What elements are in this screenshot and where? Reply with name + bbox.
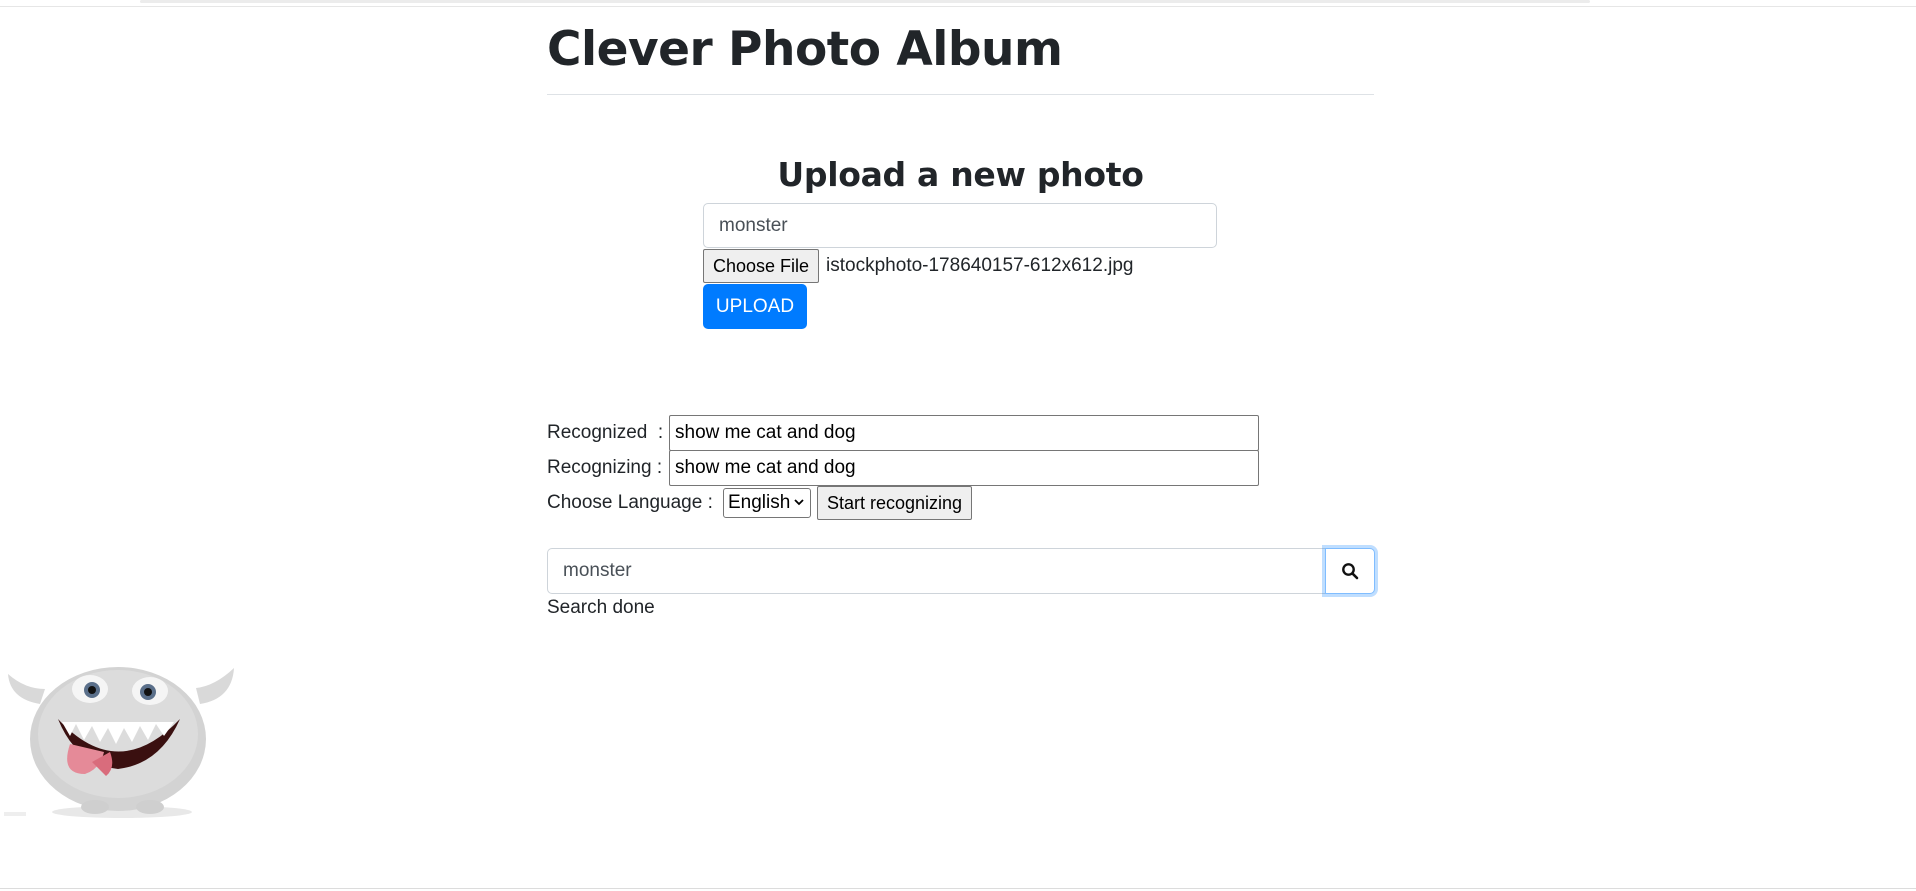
top-divider (0, 6, 1916, 7)
search-icon (1342, 563, 1359, 580)
recognized-field[interactable]: show me cat and dog (669, 415, 1259, 451)
search-input[interactable]: monster (547, 548, 1325, 594)
page-title: Clever Photo Album (547, 22, 1063, 77)
bottom-divider (0, 888, 1916, 889)
title-divider (547, 94, 1374, 95)
browser-scroll-indicator (140, 0, 1590, 3)
recognizing-row: Recognizing : show me cat and dog (547, 450, 1267, 486)
result-photo-monster[interactable] (0, 644, 242, 819)
selected-file-name: istockphoto-178640157-612x612.jpg (826, 255, 1134, 276)
start-recognizing-button[interactable]: Start recognizing (817, 486, 973, 520)
language-selected-value: English (728, 492, 791, 513)
chevron-down-icon (794, 499, 804, 506)
recognizing-label: Recognizing : (547, 457, 663, 478)
recognized-label: Recognized : (547, 422, 664, 443)
search-status: Search done (547, 597, 655, 618)
recognizing-field[interactable]: show me cat and dog (669, 450, 1259, 486)
search-bar: monster (547, 548, 1375, 594)
choose-file-button[interactable]: Choose File (703, 249, 820, 283)
search-button[interactable] (1325, 548, 1375, 594)
file-picker: Choose File istockphoto-178640157-612x61… (703, 249, 1133, 283)
language-select[interactable]: English (723, 488, 811, 518)
upload-heading: Upload a new photo (777, 155, 1144, 194)
language-row: Choose Language : English Start recogniz… (547, 486, 973, 520)
language-label: Choose Language : (547, 492, 713, 513)
upload-button[interactable]: UPLOAD (703, 284, 807, 329)
recognized-row: Recognized : show me cat and dog (547, 415, 1267, 451)
photo-caption-input[interactable]: monster (703, 203, 1217, 248)
